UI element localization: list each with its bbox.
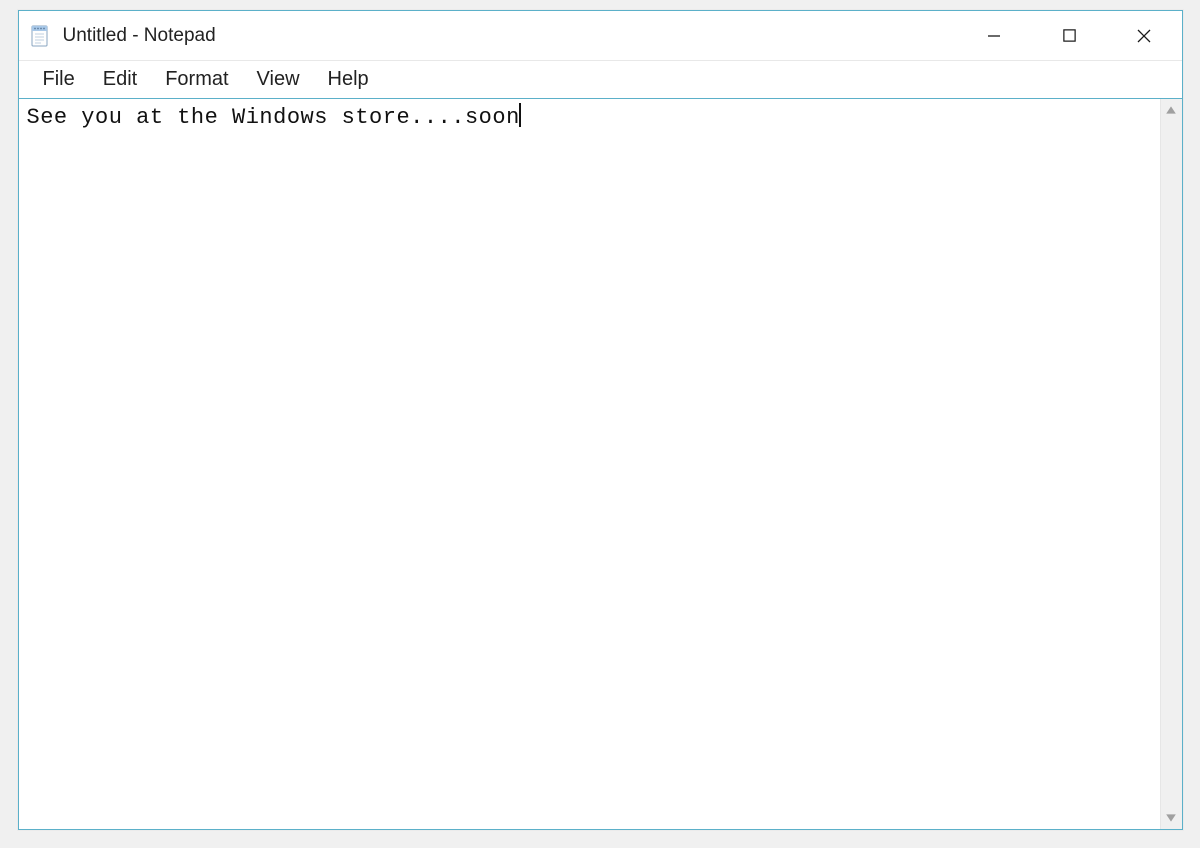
notepad-window: Untitled - Notepad File Edit Format View… [18,10,1183,830]
editor-content: See you at the Windows store....soon [27,105,520,130]
window-title: Untitled - Notepad [63,25,957,47]
menu-edit[interactable]: Edit [89,64,151,95]
window-controls [957,11,1182,60]
editor-area: See you at the Windows store....soon [19,99,1182,829]
titlebar[interactable]: Untitled - Notepad [19,11,1182,61]
menubar: File Edit Format View Help [19,61,1182,99]
menu-help[interactable]: Help [314,64,383,95]
text-caret [519,103,521,127]
minimize-button[interactable] [957,11,1032,60]
maximize-button[interactable] [1032,11,1107,60]
menu-file[interactable]: File [29,64,89,95]
scroll-up-icon[interactable] [1161,99,1182,121]
menu-format[interactable]: Format [151,64,242,95]
close-button[interactable] [1107,11,1182,60]
scroll-down-icon[interactable] [1161,807,1182,829]
notepad-icon [29,24,53,48]
vertical-scrollbar[interactable] [1160,99,1182,829]
text-editor[interactable]: See you at the Windows store....soon [19,99,1160,829]
menu-view[interactable]: View [243,64,314,95]
